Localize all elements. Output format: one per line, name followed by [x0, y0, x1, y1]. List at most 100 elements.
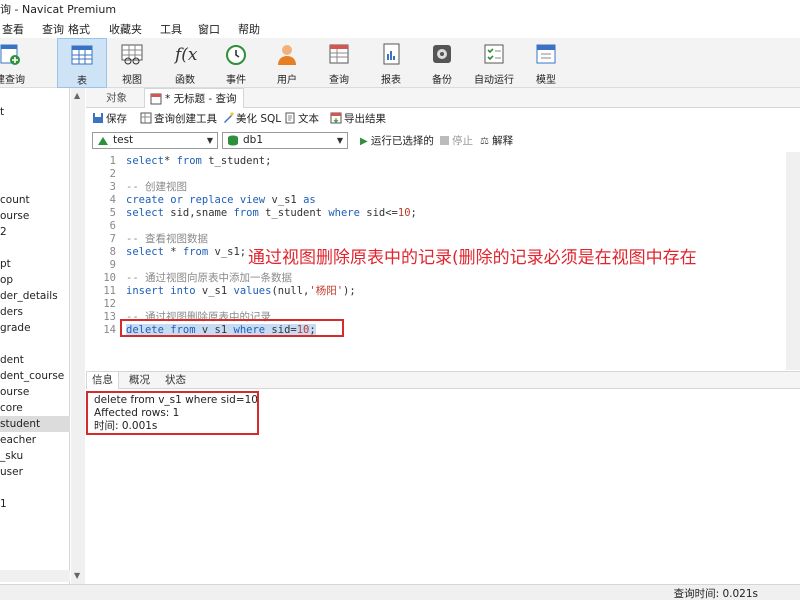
editor-tabs: 对象 * 无标题 - 查询 [86, 88, 800, 108]
menu-query[interactable]: 查询 [42, 21, 64, 37]
line-number: 5 [109, 207, 116, 219]
tree-item[interactable]: dent [0, 352, 70, 368]
auto-run-label: 自动运行 [474, 75, 514, 86]
tree-item[interactable]: 1 [0, 496, 70, 512]
highlight-box-sql [120, 319, 344, 337]
stop-button[interactable]: 停止 [440, 133, 473, 149]
tree-item[interactable]: grade [0, 320, 70, 336]
menu-window[interactable]: 窗口 [198, 21, 220, 37]
connection-value: test [113, 134, 134, 146]
report-button[interactable]: 报表 [366, 38, 416, 88]
menu-view[interactable]: 查看 [2, 21, 24, 37]
title-bar: 询 - Navicat Premium [0, 0, 800, 18]
save-button[interactable]: 保存 [92, 111, 127, 127]
tree-item[interactable]: ourse [0, 208, 70, 224]
svg-text:f(x): f(x) [173, 45, 197, 65]
tree-item[interactable]: 2 [0, 224, 70, 240]
tab-status[interactable]: 状态 [160, 372, 191, 389]
menu-help[interactable]: 帮助 [238, 21, 260, 37]
tree-vertical-scrollbar[interactable]: ▲ ▼ [71, 88, 85, 588]
code-line[interactable]: select * from v_s1; [126, 246, 246, 259]
tree-item[interactable]: ders [0, 304, 70, 320]
auto-run-button[interactable]: 自动运行 [469, 38, 519, 88]
tree-item[interactable]: pt [0, 256, 70, 272]
tree-item[interactable]: der_details [0, 288, 70, 304]
code-line[interactable]: -- 创建视图 [126, 181, 187, 194]
backup-button[interactable]: 备份 [417, 38, 467, 88]
auto-run-icon [484, 44, 504, 64]
code-line[interactable]: select* from t_student; [126, 155, 271, 168]
explain-button[interactable]: ⚖ 解释 [480, 133, 513, 149]
tab-info[interactable]: 信息 [86, 372, 119, 389]
tree-item[interactable]: core [0, 400, 70, 416]
line-number: 8 [109, 246, 116, 258]
view-label: 视图 [122, 75, 142, 86]
tab-objects[interactable]: 对象 [100, 88, 133, 108]
event-label: 事件 [226, 75, 246, 86]
query-toolbar: 保存 查询创建工具 美化 SQL 文本 导出结果 [86, 109, 800, 129]
code-line[interactable]: insert into v_s1 values(null,'杨阳'); [126, 285, 356, 298]
query-button[interactable]: 查询 [314, 38, 364, 88]
user-label: 用户 [277, 75, 297, 86]
database-select[interactable]: db1 ▼ [222, 132, 348, 149]
code-line[interactable]: -- 查看视图数据 [126, 233, 208, 246]
table-icon [71, 45, 93, 65]
event-button[interactable]: 事件 [211, 38, 261, 88]
beautify-icon [224, 112, 234, 123]
main-toolbar: 建查询 表 视图 f(x) 函数 事件 用户 查询 报表 备份 自动运行 模型 [0, 38, 800, 88]
beautify-sql-label: 美化 SQL [236, 113, 282, 125]
user-button[interactable]: 用户 [262, 38, 312, 88]
tab-query[interactable]: * 无标题 - 查询 [144, 88, 244, 108]
tree-item[interactable]: count [0, 192, 70, 208]
query-tab-icon [150, 93, 162, 105]
menu-favorites[interactable]: 收藏夹 [109, 21, 142, 37]
query-builder-button[interactable]: 查询创建工具 [140, 111, 217, 127]
tree-item[interactable]: ourse [0, 384, 70, 400]
tree-item[interactable]: eacher [0, 432, 70, 448]
export-icon [330, 112, 342, 124]
new-query-icon [0, 44, 20, 65]
tree-item[interactable]: t [0, 104, 70, 120]
function-icon: f(x) [173, 45, 197, 65]
run-selected-button[interactable]: ▶ 运行已选择的 [360, 133, 434, 149]
view-button[interactable]: 视图 [107, 38, 157, 88]
table-button[interactable]: 表 [57, 38, 107, 88]
query-builder-label: 查询创建工具 [154, 113, 217, 125]
menu-format[interactable]: 格式 [68, 21, 90, 37]
result-tabs: 信息 概况 状态 [86, 371, 800, 389]
tree-item[interactable]: _sku [0, 448, 70, 464]
text-button[interactable]: 文本 [284, 111, 319, 127]
editor-vertical-scrollbar[interactable] [786, 152, 800, 370]
model-button[interactable]: 模型 [521, 38, 571, 88]
scroll-up-icon[interactable]: ▲ [74, 92, 82, 100]
line-number-gutter: 1 2 3 4 5 6 7 8 9 10 11 12 13 14 [86, 152, 116, 370]
code-line[interactable]: -- 通过视图向原表中添加一条数据 [126, 272, 292, 285]
connection-select[interactable]: test ▼ [92, 132, 218, 149]
new-query-button[interactable]: 建查询 [0, 38, 30, 88]
query-icon [329, 44, 349, 64]
backup-label: 备份 [432, 75, 452, 86]
query-builder-icon [140, 112, 152, 124]
tree-item-selected[interactable]: student [0, 416, 70, 432]
connection-row: test ▼ db1 ▼ ▶ 运行已选择的 停止 ⚖ 解释 [86, 130, 800, 152]
tab-query-label: * 无标题 - 查询 [165, 93, 237, 105]
line-number: 4 [109, 194, 116, 206]
tree-item[interactable]: op [0, 272, 70, 288]
chevron-down-icon: ▼ [336, 136, 343, 145]
beautify-sql-button[interactable]: 美化 SQL [222, 111, 281, 127]
export-results-label: 导出结果 [344, 113, 386, 125]
tab-profile[interactable]: 概况 [124, 372, 155, 389]
model-label: 模型 [536, 75, 556, 86]
export-results-button[interactable]: 导出结果 [330, 111, 386, 127]
save-label: 保存 [106, 113, 127, 125]
code-line[interactable]: select sid,sname from t_student where si… [126, 207, 417, 220]
chevron-down-icon: ▼ [206, 136, 213, 145]
menu-tools[interactable]: 工具 [160, 21, 182, 37]
tree-horizontal-scrollbar[interactable] [0, 570, 70, 582]
scroll-down-icon[interactable]: ▼ [74, 572, 82, 580]
tree-item[interactable]: dent_course [0, 368, 70, 384]
code-line[interactable]: create or replace view v_s1 as [126, 194, 316, 207]
line-number: 10 [103, 272, 116, 284]
function-button[interactable]: f(x) 函数 [160, 38, 210, 88]
tree-item[interactable]: user [0, 464, 70, 480]
